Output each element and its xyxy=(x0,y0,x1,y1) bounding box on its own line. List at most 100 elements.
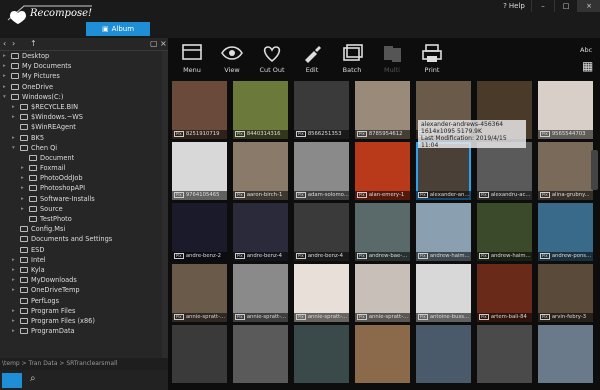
new-folder-icon[interactable]: ▢ xyxy=(150,39,158,48)
grid-view-icon[interactable]: ▦ xyxy=(582,60,593,72)
tree-item[interactable]: ▸ $Windows.~WS xyxy=(0,112,168,122)
thumbnail[interactable]: Pix andrew-haim... xyxy=(416,203,471,261)
tree-item[interactable]: Documents and Settings xyxy=(0,234,168,244)
collapsed-arrow-icon[interactable]: ▸ xyxy=(3,61,9,71)
thumbnail[interactable]: Pix 9565544703 xyxy=(538,81,593,139)
collapsed-arrow-icon[interactable]: ▸ xyxy=(21,194,27,204)
thumbnail[interactable]: Pix 8785954612 xyxy=(355,81,410,139)
collapsed-arrow-icon[interactable]: ▸ xyxy=(12,255,18,265)
tree-item[interactable]: ESD xyxy=(0,245,168,255)
expanded-arrow-icon[interactable]: ▾ xyxy=(12,143,18,153)
collapsed-arrow-icon[interactable]: ▸ xyxy=(3,82,9,92)
tree-item[interactable]: ▸ My Documents xyxy=(0,61,168,71)
thumbnail[interactable] xyxy=(416,325,471,383)
tree-item[interactable]: ▸ Intel xyxy=(0,255,168,265)
toolbar-batch-button[interactable]: Batch xyxy=(332,38,372,80)
collapsed-arrow-icon[interactable]: ▸ xyxy=(21,183,27,193)
maximize-button[interactable]: □ xyxy=(554,0,577,12)
tree-item[interactable]: Config.Msi xyxy=(0,224,168,234)
collapsed-arrow-icon[interactable]: ▸ xyxy=(21,204,27,214)
tree-item[interactable]: ▸ MyDownloads xyxy=(0,275,168,285)
collapsed-arrow-icon[interactable]: ▸ xyxy=(12,112,18,122)
tree-item[interactable]: ▸ Program Files (x86) xyxy=(0,316,168,326)
toolbar-print-button[interactable]: Print xyxy=(412,38,452,80)
thumbnail[interactable]: Pix arvin-febry-3 xyxy=(538,264,593,322)
thumbnail[interactable]: Pix andre-benz-2 xyxy=(172,203,227,261)
thumbnail[interactable] xyxy=(538,325,593,383)
thumbnail[interactable] xyxy=(172,325,227,383)
tree-item[interactable]: ▸ PhotoOddJob xyxy=(0,173,168,183)
toolbar-menu-button[interactable]: Menu xyxy=(172,38,212,80)
collapsed-arrow-icon[interactable]: ▸ xyxy=(12,306,18,316)
thumbnail[interactable]: Pix andre-benz-4 xyxy=(233,203,288,261)
collapsed-arrow-icon[interactable]: ▸ xyxy=(3,51,9,61)
thumbnail[interactable]: Pix annie-spratt-... xyxy=(172,264,227,322)
thumbnail[interactable]: Pix andrew-bae-... xyxy=(355,203,410,261)
search-icon[interactable]: ⌕ xyxy=(30,373,36,384)
collapsed-arrow-icon[interactable]: ▸ xyxy=(12,275,18,285)
thumbnail[interactable]: Pix aaron-birch-1 xyxy=(233,142,288,200)
minimize-button[interactable]: – xyxy=(531,0,554,12)
tree-item[interactable]: ▸ OneDrive xyxy=(0,82,168,92)
thumbnail[interactable]: Pix annie-spratt-... xyxy=(233,264,288,322)
toolbar-edit-button[interactable]: Edit xyxy=(292,38,332,80)
tree-item[interactable]: ▸ Software-Installs xyxy=(0,194,168,204)
collapsed-arrow-icon[interactable]: ▸ xyxy=(12,326,18,336)
tree-item[interactable]: Document xyxy=(0,153,168,163)
thumbnail[interactable]: Pix andre-benz-4 xyxy=(294,203,349,261)
tree-item[interactable]: ▾ Windows(C:) xyxy=(0,92,168,102)
tree-item[interactable]: ▾ Chen Qi xyxy=(0,143,168,153)
collapsed-arrow-icon[interactable]: ▸ xyxy=(21,163,27,173)
tree-item[interactable]: TestPhoto xyxy=(0,214,168,224)
toolbar-view-button[interactable]: View xyxy=(212,38,252,80)
up-level-icon[interactable]: ↑ xyxy=(30,39,37,48)
tree-item[interactable]: ▸ BK5 xyxy=(0,133,168,143)
thumbnail[interactable]: Pix alexander-an... xyxy=(416,142,471,200)
tree-item[interactable]: ▸ Desktop xyxy=(0,51,168,61)
tree-item[interactable]: ▸ Foxmail xyxy=(0,163,168,173)
thumbnail[interactable]: Pix artem-bali-84 xyxy=(477,264,532,322)
close-button[interactable]: × xyxy=(577,0,600,12)
help-button[interactable]: ? Help xyxy=(497,0,531,12)
thumbnail[interactable] xyxy=(477,325,532,383)
toolbar-cut-out-button[interactable]: Cut Out xyxy=(252,38,292,80)
collapsed-arrow-icon[interactable]: ▸ xyxy=(12,316,18,326)
tree-item[interactable]: ▸ Program Files xyxy=(0,306,168,316)
thumbnail[interactable]: Pix 8566251353 xyxy=(294,81,349,139)
thumbnail[interactable]: Pix andrew-haim... xyxy=(477,203,532,261)
expanded-arrow-icon[interactable]: ▾ xyxy=(3,92,9,102)
thumbnail[interactable]: Pix annie-spratt-... xyxy=(355,264,410,322)
back-icon[interactable]: ‹ xyxy=(3,39,6,48)
thumbnail[interactable]: Pix adam-solomo... xyxy=(294,142,349,200)
folder-button[interactable] xyxy=(2,373,22,388)
collapsed-arrow-icon[interactable]: ▸ xyxy=(12,102,18,112)
tree-item[interactable]: ▸ $RECYCLE.BIN xyxy=(0,102,168,112)
tree-item[interactable]: ▸ Kyla xyxy=(0,265,168,275)
sidebar-scrollbar[interactable] xyxy=(162,51,168,358)
collapsed-arrow-icon[interactable]: ▸ xyxy=(12,285,18,295)
thumbnail[interactable]: Pix alexandru-ac... xyxy=(477,142,532,200)
tree-item[interactable]: ▸ ProgramData xyxy=(0,326,168,336)
close-panel-icon[interactable]: × xyxy=(160,39,167,48)
thumbnail[interactable]: Pix alina-grubny... xyxy=(538,142,593,200)
thumbnail[interactable]: Pix alan-emery-1 xyxy=(355,142,410,200)
thumbnail[interactable] xyxy=(233,325,288,383)
thumbnail[interactable]: Pix 9764105465 xyxy=(172,142,227,200)
sort-label[interactable]: Abc xyxy=(580,46,592,54)
tree-item[interactable]: ▸ OneDriveTemp xyxy=(0,285,168,295)
tree-item[interactable]: $WinREAgent xyxy=(0,122,168,132)
thumbnail[interactable] xyxy=(294,325,349,383)
tab-album[interactable]: ▣ Album xyxy=(86,22,150,36)
thumbnail[interactable]: Pix antoine-buss... xyxy=(416,264,471,322)
collapsed-arrow-icon[interactable]: ▸ xyxy=(21,173,27,183)
tree-item[interactable]: PerfLogs xyxy=(0,296,168,306)
thumbnail[interactable]: Pix andrew-pons... xyxy=(538,203,593,261)
collapsed-arrow-icon[interactable]: ▸ xyxy=(12,265,18,275)
thumbnail[interactable]: Pix annie-spratt-... xyxy=(294,264,349,322)
tree-item[interactable]: ▸ PhotoshopAPI xyxy=(0,183,168,193)
toolbar-multi-button[interactable]: Multi xyxy=(372,38,412,80)
tree-item[interactable]: ▸ Source xyxy=(0,204,168,214)
collapsed-arrow-icon[interactable]: ▸ xyxy=(12,133,18,143)
collapsed-arrow-icon[interactable]: ▸ xyxy=(3,71,9,81)
grid-scrollbar[interactable] xyxy=(591,150,598,190)
